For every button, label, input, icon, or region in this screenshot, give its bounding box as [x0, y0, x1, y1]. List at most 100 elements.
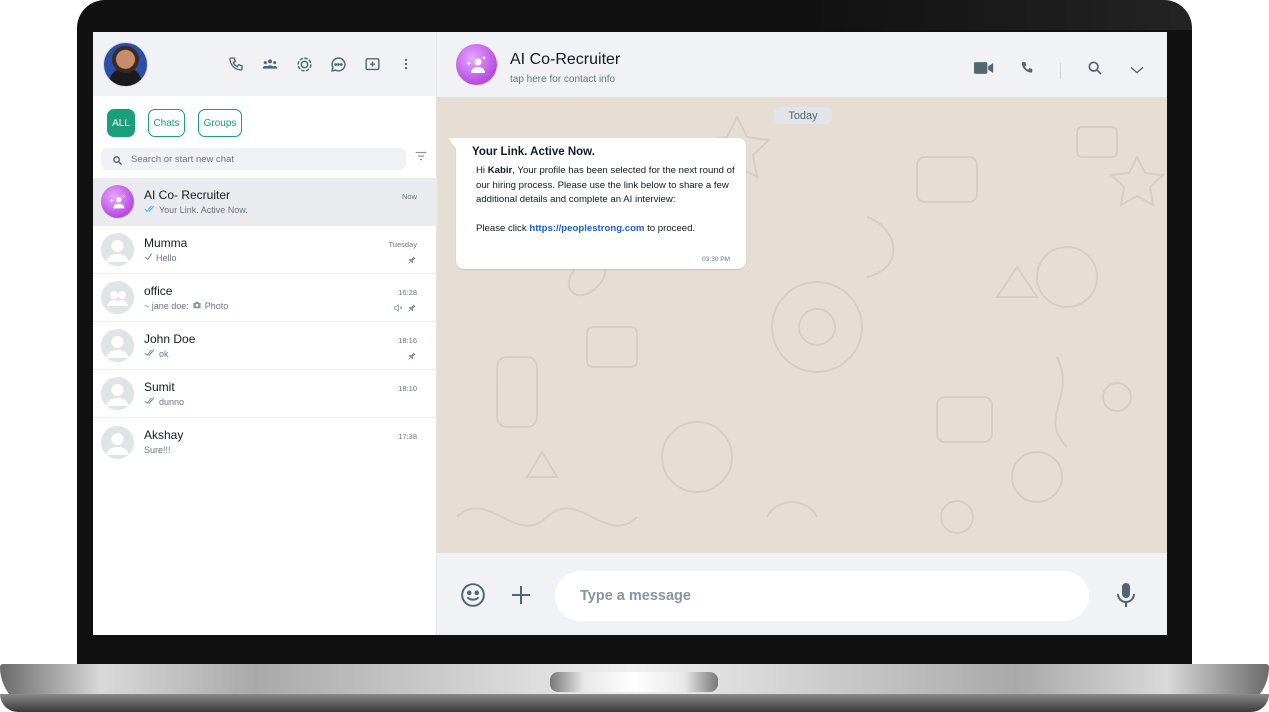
chat-name: AI Co- Recruiter: [144, 187, 231, 202]
sidebar-header: [93, 32, 436, 96]
message-recipient-name: Kabir: [487, 165, 513, 176]
chat-row-akshay[interactable]: Akshay Sure!!! 17:38: [93, 418, 437, 466]
chat-row-office[interactable]: office ~ jane doe: Photo 16:28: [93, 274, 437, 322]
chat-row-body: John Doe ok 18:16: [144, 322, 437, 370]
chat-name: Mumma: [144, 235, 188, 250]
new-chat-icon[interactable]: [362, 54, 382, 74]
chat-list: AI Co- Recruiter Your Link. Active Now. …: [93, 178, 437, 466]
pin-icon: [407, 348, 417, 366]
emoji-icon[interactable]: [460, 582, 486, 613]
chat-name: office: [144, 283, 173, 298]
chat-preview-text: Sure!!!: [144, 445, 171, 455]
chat-row-sumit[interactable]: Sumit dunno 18:10: [93, 370, 437, 418]
search-icon: [112, 153, 123, 171]
chat-preview-text: ok: [159, 348, 169, 359]
default-avatar-icon: [101, 329, 134, 362]
chat-row-body: Mumma Hello Tuesday: [144, 226, 437, 274]
message-time: 03:30 PM: [702, 256, 730, 263]
filter-groups[interactable]: Groups: [198, 109, 242, 137]
group-avatar-icon: [101, 281, 134, 314]
muted-icon: [393, 300, 403, 318]
sidebar-header-actions: [226, 54, 416, 74]
laptop-notch: [550, 672, 718, 692]
chat-indicators: [393, 300, 417, 318]
microphone-icon[interactable]: [1114, 581, 1138, 614]
chat-background: Today Your Link. Active Now. Hi Kabir, Y…: [437, 97, 1167, 553]
chat-row-body: Sumit dunno 18:10: [144, 370, 437, 418]
chat-row-john-doe[interactable]: John Doe ok 18:16: [93, 322, 437, 370]
message-field: [555, 571, 1089, 621]
chat-name: Sumit: [144, 379, 175, 394]
chat-preview: Your Link. Active Now.: [144, 205, 248, 215]
message-greeting: Hi: [476, 165, 488, 176]
single-tick-icon: [144, 252, 153, 263]
header-divider: [1060, 62, 1061, 79]
chat-time: Now: [401, 191, 417, 201]
chat-preview-text: Hello: [156, 252, 177, 263]
sidebar: ALL Chats Groups AI Co- Recruiter Your L…: [93, 32, 437, 635]
chat-time: 17:38: [398, 432, 417, 441]
search-input[interactable]: [131, 153, 381, 165]
default-avatar-icon: [101, 425, 134, 459]
chat-row-body: office ~ jane doe: Photo 16:28: [144, 274, 437, 322]
message-link[interactable]: https://peoplestrong.com: [529, 223, 644, 234]
profile-avatar[interactable]: [103, 41, 148, 87]
double-tick-icon: [144, 349, 156, 359]
chat-preview-text: Your Link. Active Now.: [159, 204, 248, 215]
date-divider: Today: [774, 107, 832, 124]
double-tick-icon: [144, 397, 156, 407]
chat-preview: Sure!!!: [144, 445, 171, 455]
chat-time: Tuesday: [388, 239, 418, 249]
message-input[interactable]: [580, 588, 1060, 604]
filter-chats[interactable]: Chats: [148, 109, 185, 137]
chat-time: 18:16: [398, 335, 417, 345]
chat-preview: ok: [144, 349, 169, 359]
pin-icon: [407, 252, 417, 270]
chat-time: 18:10: [398, 383, 417, 393]
incoming-message-bubble[interactable]: Your Link. Active Now. Hi Kabir, Your pr…: [448, 138, 746, 269]
message-composer: [437, 553, 1167, 635]
chat-row-body: Akshay Sure!!! 17:38: [144, 418, 437, 466]
calls-icon[interactable]: [226, 54, 246, 74]
conversation-pane: AI Co-Recruiter tap here for contact inf…: [437, 32, 1167, 635]
chat-row-mumma[interactable]: Mumma Hello Tuesday: [93, 226, 437, 274]
filter-all[interactable]: ALL: [107, 109, 135, 137]
conversation-actions: [974, 60, 1145, 81]
search-box: [101, 148, 406, 170]
chat-row-body: AI Co- Recruiter Your Link. Active Now. …: [144, 178, 437, 226]
message-body-text: , Your profile has been selected for the…: [476, 165, 735, 206]
contact-info-hint: tap here for contact info: [510, 74, 616, 85]
contact-avatar[interactable]: [456, 44, 497, 85]
voice-call-icon[interactable]: [1020, 61, 1034, 80]
chat-name: Akshay: [144, 428, 184, 442]
message-title: Your Link. Active Now.: [472, 146, 595, 158]
chat-row-ai-co-recruiter[interactable]: AI Co- Recruiter Your Link. Active Now. …: [93, 178, 437, 226]
chevron-down-icon[interactable]: [1129, 62, 1145, 80]
double-tick-read-icon: [144, 205, 156, 215]
chat-preview-sender: ~ jane doe:: [144, 300, 189, 311]
communities-icon[interactable]: [260, 54, 280, 74]
ai-avatar: [101, 185, 134, 218]
chat-preview: dunno: [144, 397, 184, 407]
message-cta-suffix: to proceed.: [644, 223, 696, 235]
chat-preview: Hello: [144, 253, 177, 263]
status-icon[interactable]: [294, 54, 314, 74]
contact-name: AI Co-Recruiter: [510, 51, 621, 68]
search-icon[interactable]: [1087, 60, 1103, 81]
default-avatar-icon: [101, 233, 134, 266]
app-window: ALL Chats Groups AI Co- Recruiter Your L…: [93, 32, 1167, 635]
conversation-header[interactable]: AI Co-Recruiter tap here for contact inf…: [437, 32, 1167, 97]
channels-icon[interactable]: [328, 54, 348, 74]
chat-indicators: [407, 348, 417, 366]
chat-indicators: [407, 252, 417, 270]
camera-icon: [192, 301, 202, 311]
menu-kebab-icon[interactable]: [396, 54, 416, 74]
video-call-icon[interactable]: [974, 61, 994, 80]
attach-plus-icon[interactable]: [509, 583, 533, 612]
chat-preview-text: dunno: [159, 396, 185, 407]
chat-filters: ALL Chats Groups: [93, 102, 436, 138]
pin-icon: [407, 300, 417, 318]
chat-time: 16:28: [398, 287, 417, 297]
filter-list-icon[interactable]: [414, 149, 428, 167]
default-avatar-icon: [101, 377, 134, 410]
